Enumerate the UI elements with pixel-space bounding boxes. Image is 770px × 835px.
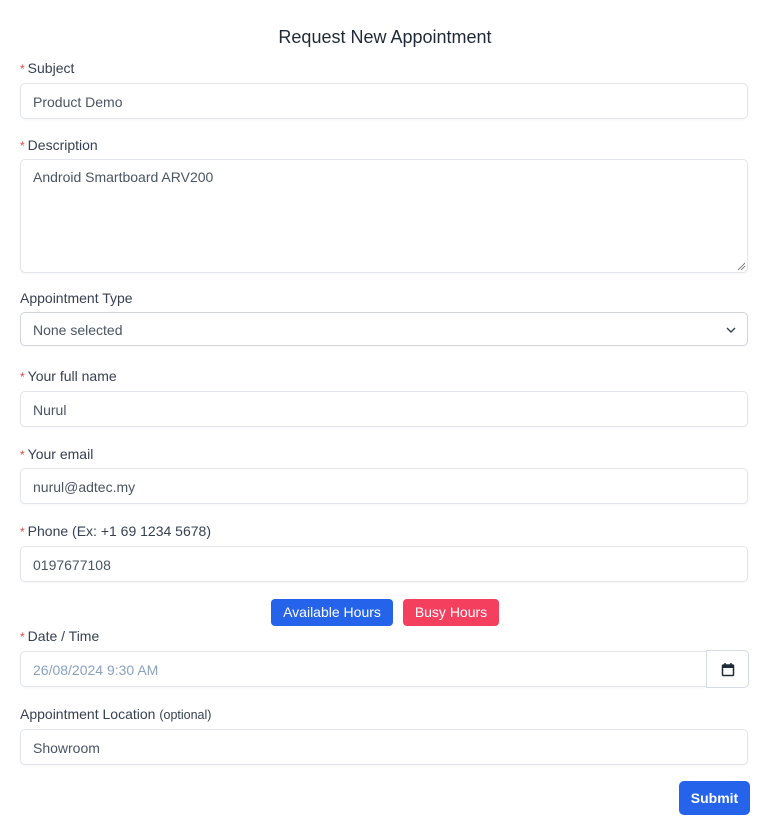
resize-handle-icon[interactable] xyxy=(737,262,745,270)
submit-button[interactable]: Submit xyxy=(679,781,750,815)
full-name-label: * Your full name xyxy=(20,368,117,384)
appointment-type-select[interactable]: None selected xyxy=(20,312,748,346)
description-textarea[interactable]: Android Smartboard ARV200 xyxy=(20,159,748,273)
page-title: Request New Appointment xyxy=(278,27,492,47)
chevron-down-icon xyxy=(726,327,736,333)
phone-label: * Phone (Ex: +1 69 1234 5678) xyxy=(20,523,211,539)
available-hours-button[interactable]: Available Hours xyxy=(271,599,393,626)
appointment-type-label: Appointment Type xyxy=(20,290,133,306)
description-label: * Description xyxy=(20,137,98,153)
location-input[interactable]: Showroom xyxy=(20,729,748,765)
calendar-icon xyxy=(721,663,735,677)
calendar-button[interactable] xyxy=(706,650,749,688)
phone-input[interactable]: 0197677108 xyxy=(20,546,748,582)
busy-hours-button[interactable]: Busy Hours xyxy=(403,599,499,626)
subject-label: * Subject xyxy=(20,60,75,76)
full-name-input[interactable]: Nurul xyxy=(20,391,748,427)
datetime-label: * Date / Time xyxy=(20,628,100,644)
location-label: Appointment Location (optional) xyxy=(20,706,212,722)
email-input[interactable]: nurul@adtec.my xyxy=(20,468,748,504)
datetime-input[interactable]: 26/08/2024 9:30 AM xyxy=(20,651,707,687)
email-label: * Your email xyxy=(20,446,94,462)
subject-input[interactable]: Product Demo xyxy=(20,83,748,119)
